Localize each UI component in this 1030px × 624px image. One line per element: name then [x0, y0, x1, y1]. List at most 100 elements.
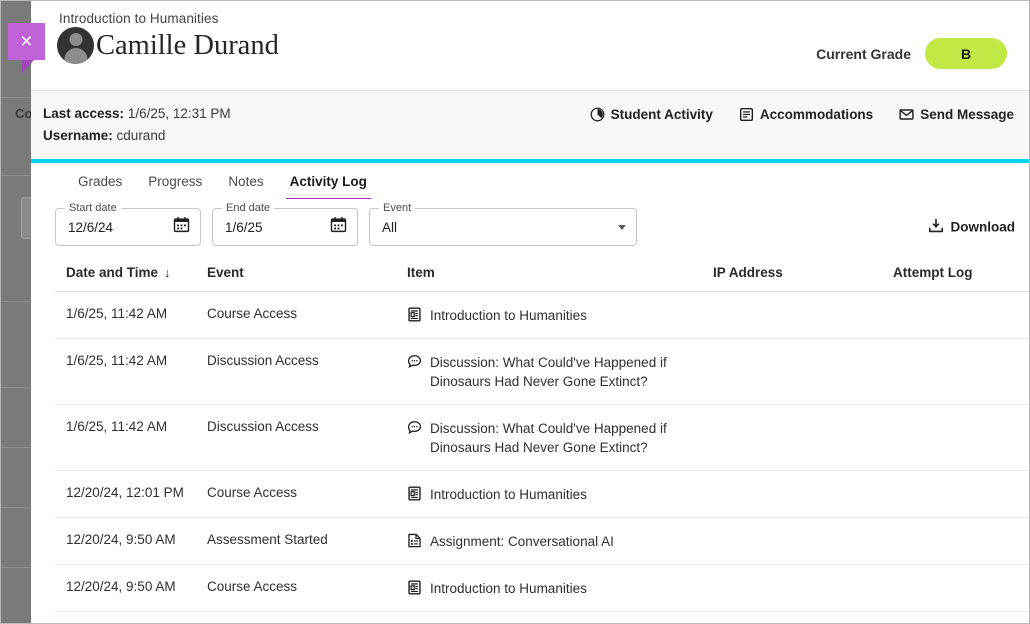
end-date-value: 1/6/25 [225, 220, 330, 235]
table-row[interactable]: 12/20/24, 9:50 AMCourse Access Introducti… [55, 565, 1029, 612]
chevron-down-icon[interactable] [618, 225, 626, 230]
cell-date: 1/6/25, 11:42 AM [55, 292, 207, 339]
student-name: Camille Durand [96, 30, 279, 61]
close-icon: × [8, 23, 45, 60]
cell-event: Course Access [207, 565, 407, 612]
item-label: Assignment: Conversational AI [430, 532, 614, 551]
table-row[interactable]: 1/6/25, 11:42 AMCourse AccessIntroductio… [55, 292, 1029, 339]
cell-date: 12/20/24, 9:50 AM [55, 518, 207, 565]
download-label: Download [951, 220, 1016, 235]
event-filter-select[interactable]: Event All [369, 208, 637, 246]
cell-ip [713, 292, 893, 339]
accommodations-label: Accommodations [760, 107, 873, 122]
end-date-input[interactable]: End date 1/6/25 [212, 208, 358, 246]
student-meta-bar: Last access: 1/6/25, 12:31 PM Username: … [31, 90, 1029, 159]
cell-date: 12/20/24, 9:50 AM [55, 565, 207, 612]
panel-header: Introduction to Humanities Camille Duran… [31, 1, 1029, 90]
app-window: bu Co × Introduction to Humanities Camil… [0, 0, 1030, 624]
student-activity-label: Student Activity [611, 107, 713, 122]
close-panel-button[interactable]: × [8, 23, 45, 60]
item-content[interactable]: Discussion: What Could've Happened if Di… [407, 353, 713, 391]
activity-log-table-wrapper: Date and Time↓ Event Item IP Address Att… [31, 255, 1029, 612]
pie-chart-icon [590, 107, 605, 122]
username-label: Username: [43, 128, 113, 143]
send-message-button[interactable]: Send Message [899, 107, 1014, 122]
assignment-icon [407, 533, 422, 548]
table-header: Date and Time↓ Event Item IP Address Att… [55, 255, 1029, 292]
tab-grades[interactable]: Grades [65, 163, 135, 199]
cell-attempt [893, 471, 1029, 518]
current-grade-group: Current Grade B [816, 38, 1007, 69]
cell-date: 12/20/24, 12:01 PM [55, 471, 207, 518]
username-line: Username: cdurand [43, 125, 1007, 147]
cell-event: Discussion Access [207, 339, 407, 405]
item-label: Discussion: What Could've Happened if Di… [430, 353, 713, 391]
cell-attempt [893, 292, 1029, 339]
table-header-row: Date and Time↓ Event Item IP Address Att… [55, 255, 1029, 292]
student-activity-button[interactable]: Student Activity [590, 107, 713, 122]
course-name: Introduction to Humanities [59, 11, 999, 26]
send-message-label: Send Message [920, 107, 1014, 122]
event-filter-value: All [382, 220, 618, 235]
cell-ip [713, 518, 893, 565]
tab-activity-log[interactable]: Activity Log [277, 163, 380, 199]
item-content[interactable]: Discussion: What Could've Happened if Di… [407, 419, 713, 457]
item-label: Introduction to Humanities [430, 485, 587, 504]
cell-item: Discussion: What Could've Happened if Di… [407, 405, 713, 471]
cell-item: Assignment: Conversational AI [407, 518, 713, 565]
column-header-ip[interactable]: IP Address [713, 255, 893, 292]
end-date-label: End date [222, 202, 274, 214]
table-row[interactable]: 12/20/24, 9:50 AMAssessment StartedAssig… [55, 518, 1029, 565]
download-icon [928, 218, 944, 237]
discussion-icon [407, 354, 422, 369]
cell-item: Introduction to Humanities [407, 471, 713, 518]
cell-date: 1/6/25, 11:42 AM [55, 339, 207, 405]
course-icon [407, 580, 422, 595]
column-header-item[interactable]: Item [407, 255, 713, 292]
calendar-icon[interactable] [330, 216, 347, 238]
start-date-input[interactable]: Start date 12/6/24 [55, 208, 201, 246]
cell-attempt [893, 339, 1029, 405]
cell-event: Course Access [207, 292, 407, 339]
event-filter-label: Event [379, 202, 415, 214]
cell-ip [713, 565, 893, 612]
item-content[interactable]: Introduction to Humanities [407, 306, 713, 325]
item-content[interactable]: Introduction to Humanities [407, 485, 713, 504]
cell-attempt [893, 518, 1029, 565]
column-header-date[interactable]: Date and Time↓ [55, 255, 207, 292]
accommodations-button[interactable]: Accommodations [739, 107, 873, 122]
envelope-icon [899, 107, 914, 122]
table-row[interactable]: 1/6/25, 11:42 AMDiscussion Access Discuss… [55, 405, 1029, 471]
current-grade-badge[interactable]: B [925, 38, 1007, 69]
table-row[interactable]: 1/6/25, 11:42 AMDiscussion Access Discuss… [55, 339, 1029, 405]
username-value: cdurand [117, 128, 166, 143]
table-row[interactable]: 12/20/24, 12:01 PMCourse Access Introduct… [55, 471, 1029, 518]
current-grade-label: Current Grade [816, 46, 911, 62]
item-content[interactable]: Introduction to Humanities [407, 579, 713, 598]
activity-log-table: Date and Time↓ Event Item IP Address Att… [55, 255, 1029, 612]
column-header-date-label: Date and Time [66, 265, 158, 280]
cell-ip [713, 405, 893, 471]
backdrop-text-fragment: Co [15, 106, 32, 121]
item-label: Introduction to Humanities [430, 579, 587, 598]
calendar-icon[interactable] [173, 216, 190, 238]
tab-progress[interactable]: Progress [135, 163, 215, 199]
last-access-label: Last access: [43, 106, 124, 121]
cell-item: Introduction to Humanities [407, 292, 713, 339]
item-label: Discussion: What Could've Happened if Di… [430, 419, 713, 457]
cell-date: 1/6/25, 11:42 AM [55, 405, 207, 471]
column-header-attempt[interactable]: Attempt Log [893, 255, 1029, 292]
course-icon [407, 486, 422, 501]
column-header-event[interactable]: Event [207, 255, 407, 292]
download-button[interactable]: Download [928, 218, 1016, 237]
activity-log-filters: Start date 12/6/24 [31, 199, 1029, 255]
cell-event: Course Access [207, 471, 407, 518]
avatar-head [69, 33, 82, 46]
item-content[interactable]: Assignment: Conversational AI [407, 532, 713, 551]
cell-event: Discussion Access [207, 405, 407, 471]
tab-notes[interactable]: Notes [215, 163, 276, 199]
student-detail-panel: Introduction to Humanities Camille Duran… [31, 1, 1029, 623]
cell-item: Introduction to Humanities [407, 565, 713, 612]
avatar [57, 27, 94, 64]
start-date-value: 12/6/24 [68, 220, 173, 235]
